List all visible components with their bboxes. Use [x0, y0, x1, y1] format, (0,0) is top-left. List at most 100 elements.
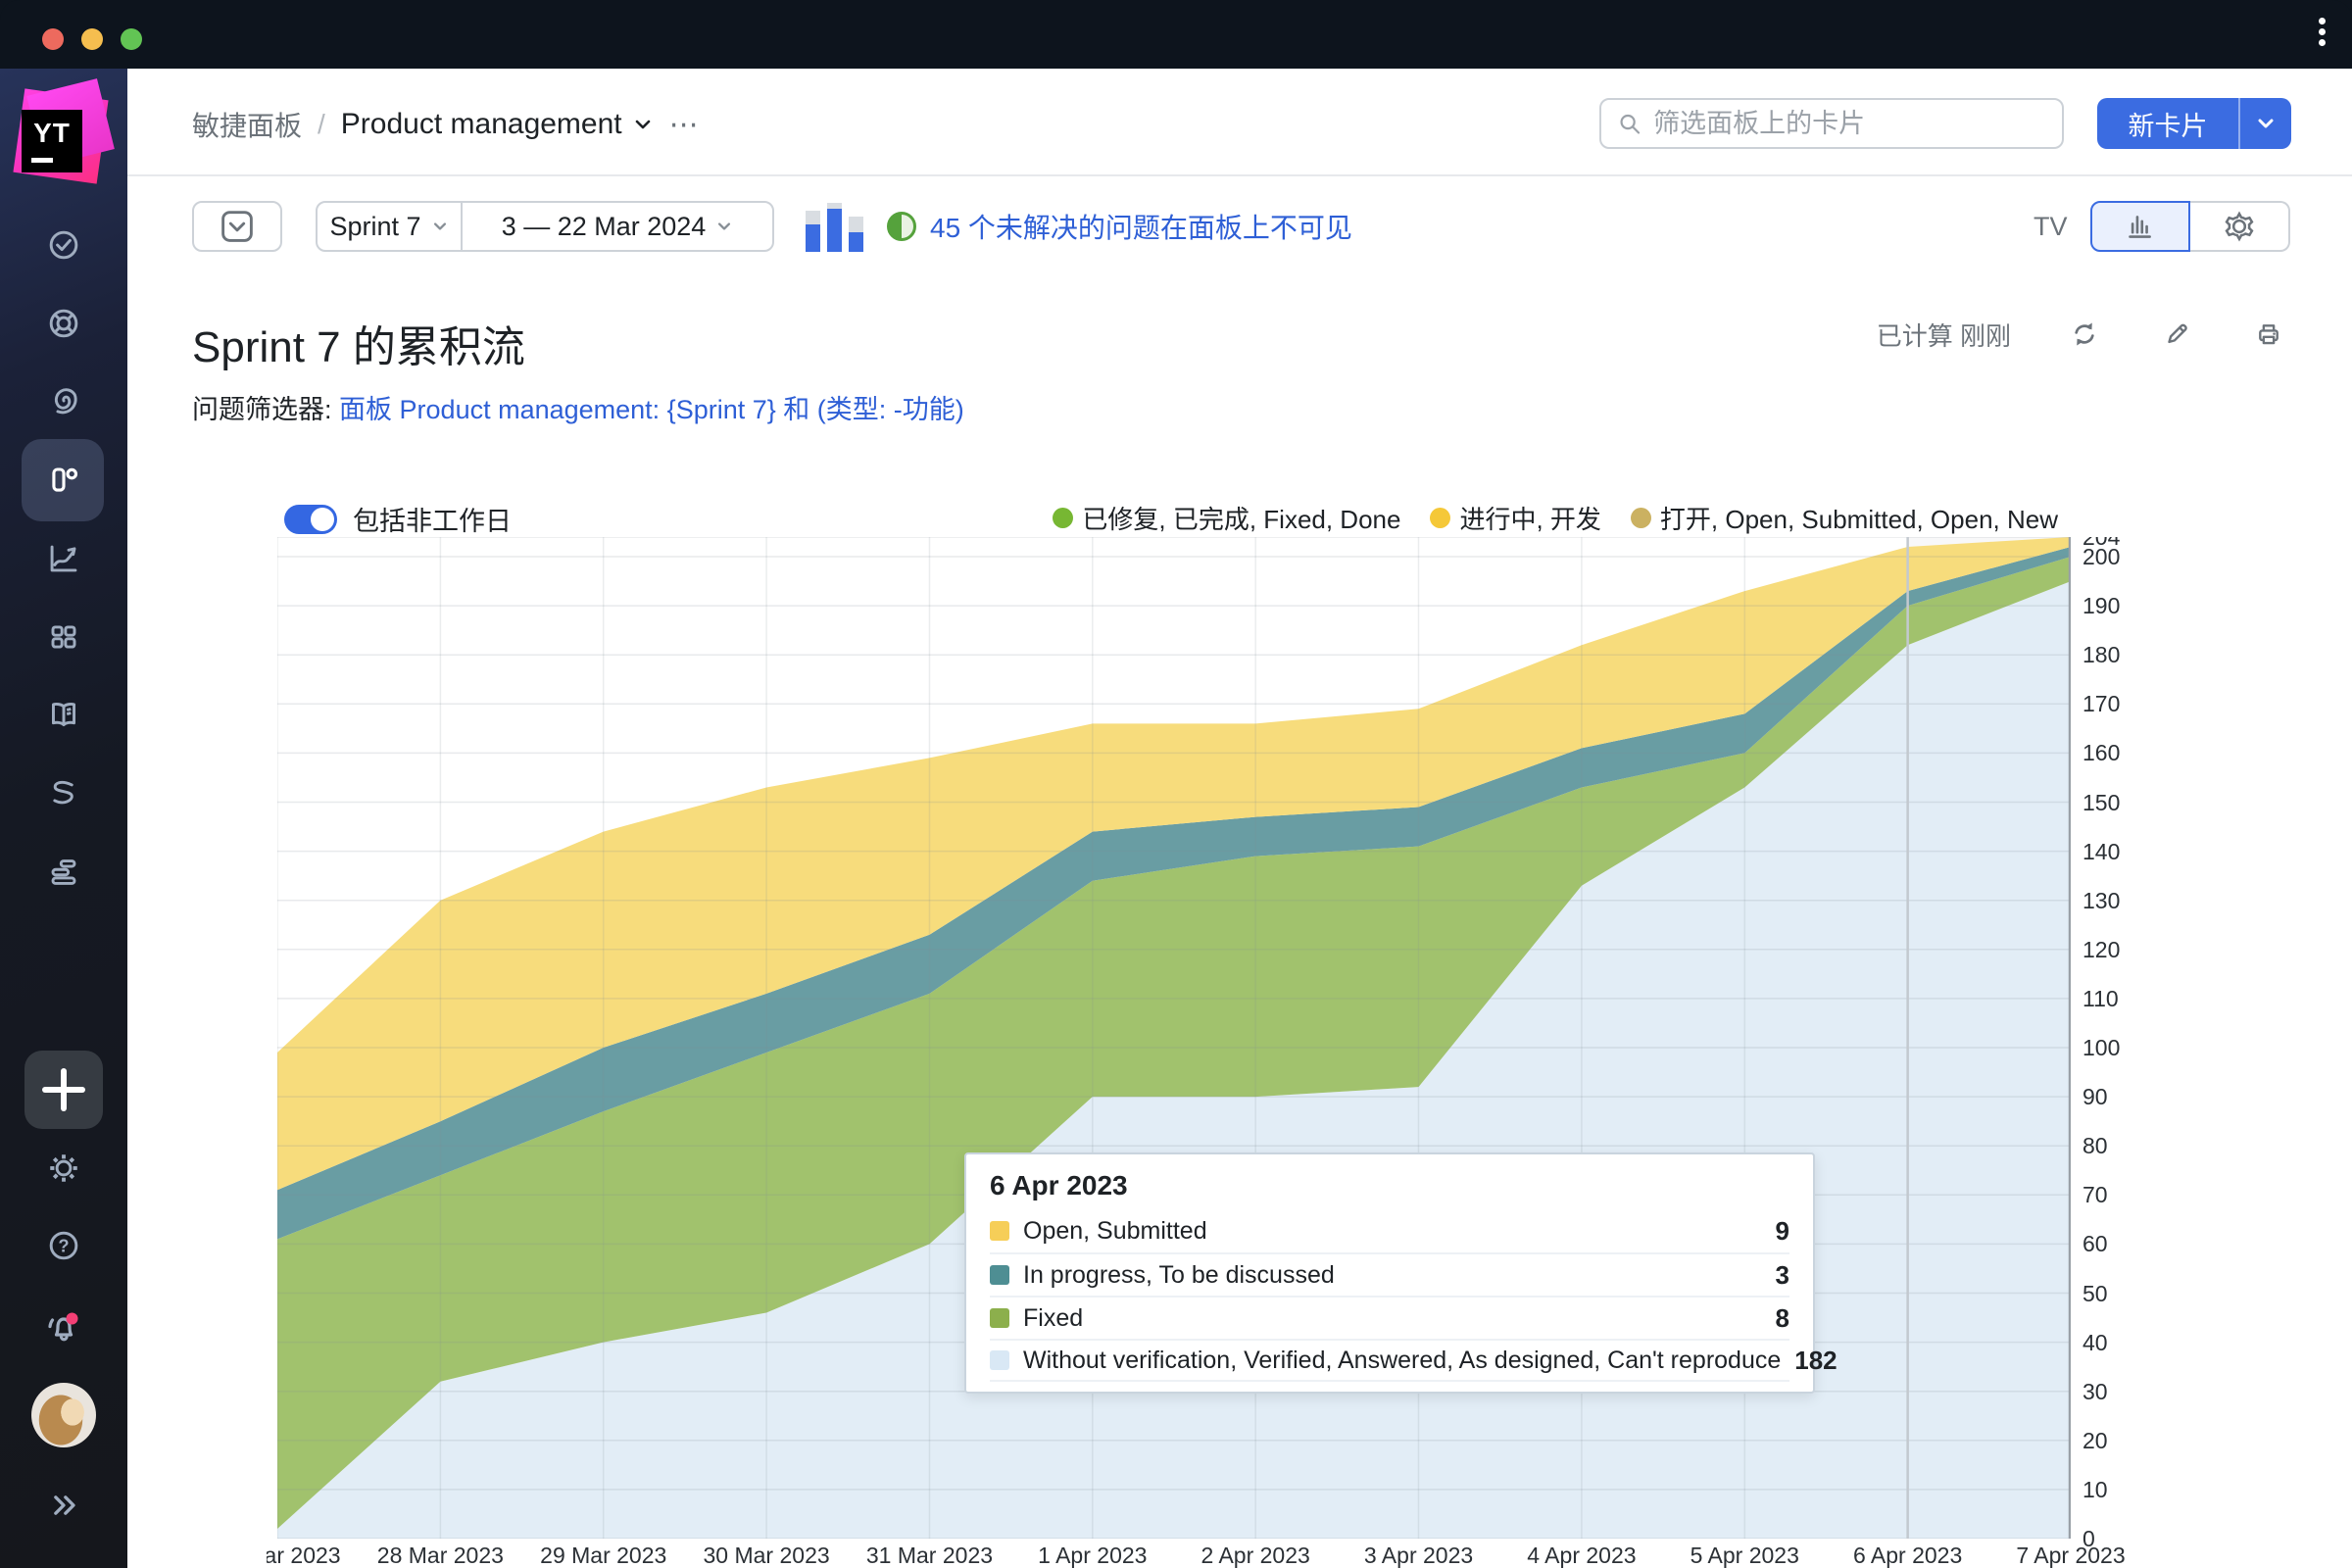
timesheet-ribbon-icon — [42, 773, 85, 816]
cumulative-flow-chart[interactable]: 2042001901801701601501401301201101009080… — [267, 537, 2352, 1568]
search-input[interactable] — [1653, 109, 2048, 139]
agile-board-icon — [42, 459, 85, 502]
sidebar-item-sprints[interactable] — [0, 379, 127, 422]
minimize-window-button[interactable] — [81, 28, 103, 50]
sidebar-item-knowledge-base[interactable] — [0, 693, 127, 736]
sidebar-item-tasks[interactable] — [0, 223, 127, 267]
y-tick-label: 50 — [2082, 1281, 2108, 1307]
y-tick-label: 100 — [2082, 1035, 2120, 1061]
y-tick-label: 80 — [2082, 1133, 2108, 1159]
y-tick-label: 200 — [2082, 544, 2120, 570]
unresolved-warning-link[interactable]: 45 个未解决的问题在面板上不可见 — [930, 207, 1352, 246]
board-chevron-icon — [215, 204, 260, 249]
y-tick-label: 160 — [2082, 740, 2120, 766]
help-ring-icon — [42, 302, 85, 345]
tooltip-label: In progress, To be discussed — [1023, 1261, 1762, 1290]
chart-tooltip: 6 Apr 2023 Open, Submitted9In progress, … — [964, 1152, 1815, 1394]
sidebar-notifications[interactable] — [0, 1303, 127, 1350]
include-non-working-days-toggle[interactable] — [284, 505, 337, 534]
tooltip-color-icon — [990, 1308, 1009, 1328]
y-axis-labels: 2042001901801701601501401301201101009080… — [2082, 537, 2161, 1539]
report-actions: 已计算 刚刚 — [1877, 316, 2287, 353]
legend-item-2[interactable]: 打开, Open, Submitted, Open, New — [1631, 500, 2058, 536]
sprint-selector[interactable]: Sprint 7 — [318, 203, 463, 250]
svg-text:?: ? — [58, 1235, 69, 1255]
x-tick-label: 1 Apr 2023 — [1038, 1543, 1147, 1568]
x-tick-label: 7 Apr 2023 — [2016, 1543, 2125, 1568]
zoom-window-button[interactable] — [121, 28, 142, 50]
date-range-selector[interactable]: 3 — 22 Mar 2024 — [463, 203, 772, 250]
kebab-menu-icon[interactable] — [2317, 14, 2327, 50]
board-settings-button[interactable] — [2190, 201, 2290, 252]
spiral-icon — [42, 379, 85, 422]
tooltip-value: 182 — [1794, 1346, 1837, 1376]
tasks-check-icon — [42, 223, 85, 267]
tooltip-color-icon — [990, 1221, 1009, 1241]
legend-label: 已修复, 已完成, Fixed, Done — [1082, 500, 1400, 536]
y-tick-label: 60 — [2082, 1231, 2108, 1257]
new-card-button[interactable]: 新卡片 — [2097, 98, 2238, 149]
tooltip-label: Without verification, Verified, Answered… — [1023, 1347, 1781, 1375]
user-avatar[interactable] — [31, 1383, 96, 1447]
gear-icon — [42, 1147, 85, 1190]
tooltip-value: 9 — [1776, 1216, 1789, 1247]
histogram-icon — [2120, 206, 2161, 247]
sidebar-item-reports[interactable] — [0, 537, 127, 580]
sidebar: YT — [0, 69, 127, 1568]
legend-dot-icon — [1430, 508, 1450, 528]
y-tick-label: 170 — [2082, 691, 2120, 717]
knowledge-base-book-icon — [42, 693, 85, 736]
main-content: 敏捷面板 / Product management ⋯ 新卡片 — [127, 69, 2352, 1568]
tooltip-label: Fixed — [1023, 1304, 1762, 1333]
legend-item-1[interactable]: 进行中, 开发 — [1430, 500, 1600, 536]
tooltip-date: 6 Apr 2023 — [990, 1170, 1789, 1201]
sidebar-expand[interactable] — [0, 1486, 127, 1525]
tooltip-row: In progress, To be discussed3 — [990, 1252, 1789, 1296]
gear-icon — [2220, 207, 2259, 246]
backlog-panel-button[interactable] — [192, 201, 282, 252]
print-icon[interactable] — [2250, 316, 2287, 353]
edit-pencil-icon[interactable] — [2158, 316, 2195, 353]
y-tick-label: 70 — [2082, 1182, 2108, 1208]
sidebar-help[interactable]: ? — [0, 1224, 127, 1267]
sidebar-settings[interactable] — [0, 1147, 127, 1190]
toggle-label: 包括非工作日 — [353, 500, 512, 538]
sidebar-item-timesheets[interactable] — [0, 773, 127, 816]
chart-view-button[interactable] — [2090, 201, 2190, 252]
legend-label: 打开, Open, Submitted, Open, New — [1660, 500, 2058, 536]
close-window-button[interactable] — [42, 28, 64, 50]
y-tick-label: 10 — [2082, 1477, 2108, 1503]
board-more-menu[interactable]: ⋯ — [669, 108, 701, 142]
new-card-dropdown-button[interactable] — [2238, 98, 2291, 149]
notification-badge — [67, 1313, 78, 1325]
y-tick-label: 120 — [2082, 937, 2120, 963]
refresh-icon[interactable] — [2066, 316, 2103, 353]
sidebar-item-agile-board[interactable] — [0, 459, 127, 502]
sprint-date-control: Sprint 7 3 — 22 Mar 2024 — [316, 201, 774, 252]
create-button[interactable] — [24, 1051, 103, 1129]
legend-item-0[interactable]: 已修复, 已完成, Fixed, Done — [1053, 500, 1400, 536]
x-tick-label: 5 Apr 2023 — [1690, 1543, 1799, 1568]
app-window: YT — [0, 0, 2352, 1568]
chevron-down-icon — [632, 114, 654, 135]
progress-circle-icon — [887, 212, 916, 241]
breadcrumb-separator: / — [318, 109, 325, 140]
x-tick-label: 3 Apr 2023 — [1364, 1543, 1473, 1568]
tooltip-row: Fixed8 — [990, 1296, 1789, 1339]
y-tick-label: 190 — [2082, 593, 2120, 619]
header-divider — [127, 174, 2352, 176]
youtrack-logo[interactable]: YT — [13, 84, 115, 186]
sprint-progress-icon[interactable] — [806, 203, 868, 252]
filter-query-link[interactable]: 面板 Product management: {Sprint 7} 和 (类型:… — [339, 395, 964, 424]
report-title: Sprint 7 的累积流 — [192, 312, 525, 374]
sidebar-item-gantt[interactable] — [0, 851, 127, 894]
sidebar-item-dashboards[interactable] — [0, 615, 127, 659]
calculated-status: 已计算 刚刚 — [1877, 317, 2011, 353]
sidebar-item-helpdesk[interactable] — [0, 302, 127, 345]
reports-trend-icon — [42, 537, 85, 580]
breadcrumb-section[interactable]: 敏捷面板 — [192, 105, 302, 144]
y-tick-label: 140 — [2082, 839, 2120, 865]
breadcrumb-board[interactable]: Product management — [341, 108, 654, 141]
chevron-down-icon — [2255, 113, 2277, 134]
tv-mode-button[interactable]: TV — [2034, 201, 2068, 252]
